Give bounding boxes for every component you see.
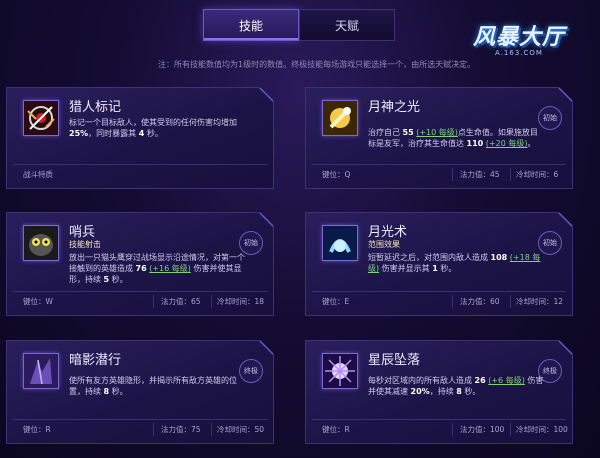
skill-subtitle: 范围效果 <box>368 240 400 249</box>
sentinel-icon <box>23 225 59 261</box>
skill-stats: 键位：Q 法力值：45 冷却时间：6 <box>312 164 566 184</box>
cooldown: 冷却时间：18 <box>217 297 265 306</box>
hunter-mark-icon <box>23 100 59 136</box>
skill-description: 标记一个目标敌人，使其受到的任何伤害均增加 25%，同时暴露其 4 秒。 <box>69 118 237 138</box>
skill-name: 哨兵 <box>69 225 96 240</box>
mana-cost: 法力值：65 <box>161 297 201 306</box>
cooldown: 冷却时间：100 <box>516 425 568 434</box>
logo-title: 风暴大厅 <box>472 25 565 50</box>
skill-stats: 键位：E 法力值：60 冷却时间：12 <box>312 291 566 311</box>
moonfire-icon <box>322 225 358 261</box>
trait-label: 战斗特质 <box>23 170 53 179</box>
cooldown: 冷却时间：12 <box>516 297 564 306</box>
skill-description: 放出一只猫头鹰穿过战场显示沿途情况，对第一个接触到的英雄造成 76 (+16 每… <box>69 253 245 284</box>
skill-card-lunar-light: 月神之光 初始 治疗自己 55 (+10 每级)点生命值。如果施放目标是友军，治… <box>305 87 573 189</box>
tab-talents[interactable]: 天赋 <box>299 9 395 41</box>
site-logo[interactable]: 风暴大厅 A.163.COM <box>466 14 572 62</box>
skill-stats: 键位：W 法力值：65 冷却时间：18 <box>13 291 267 311</box>
mana-cost: 法力值：45 <box>460 170 500 179</box>
skill-card-sentinel: 哨兵 技能射击 初始 放出一只猫头鹰穿过战场显示沿途情况，对第一个接触到的英雄造… <box>6 212 274 316</box>
skill-card-hunters-mark: 猎人标记 标记一个目标敌人，使其受到的任何伤害均增加 25%，同时暴露其 4 秒… <box>6 87 274 189</box>
notice-text: 注：所有技能数值均为1级时的数值。终极技能每场游戏只能选择一个，由所选天赋决定。 <box>158 60 476 69</box>
shadowstalk-icon <box>23 353 59 389</box>
starfall-icon <box>322 353 358 389</box>
key-binding: 键位：R <box>322 425 350 434</box>
skill-card-shadowstalk: 暗影潜行 终极 使所有友方英雄隐形，并揭示所有敌方英雄的位置，持续 8 秒。 键… <box>6 340 274 444</box>
cooldown: 冷却时间：6 <box>516 170 559 179</box>
key-binding: 键位：E <box>322 297 350 306</box>
key-binding: 键位：R <box>23 425 51 434</box>
lunar-light-icon <box>322 100 358 136</box>
skill-name: 月光术 <box>368 225 408 240</box>
skill-stats: 战斗特质 <box>13 164 267 184</box>
skill-name: 星辰坠落 <box>368 353 421 368</box>
skill-description: 使所有友方英雄隐形，并揭示所有敌方英雄的位置，持续 8 秒。 <box>69 376 237 396</box>
ultimate-badge: 终极 <box>239 359 263 383</box>
skill-description: 每秒对区域内的所有敌人造成 26 (+6 每级) 伤害并使其减速 20%，持续 … <box>368 376 544 396</box>
skill-stats: 键位：R 法力值：75 冷却时间：50 <box>13 419 267 439</box>
tab-skills[interactable]: 技能 <box>203 9 299 41</box>
skill-subtitle: 技能射击 <box>69 240 101 249</box>
logo-subtitle: A.163.COM <box>495 49 543 57</box>
skill-description: 治疗自己 55 (+10 每级)点生命值。如果施放目标是友军，治疗其生命值达 1… <box>368 128 538 148</box>
skill-name: 月神之光 <box>368 100 421 115</box>
skill-name: 猎人标记 <box>69 100 122 115</box>
mana-cost: 法力值：100 <box>460 425 505 434</box>
key-binding: 键位：Q <box>322 170 351 179</box>
key-binding: 键位：W <box>23 297 53 306</box>
cooldown: 冷却时间：50 <box>217 425 265 434</box>
skill-name: 暗影潜行 <box>69 353 122 368</box>
tab-bar: 技能 天赋 <box>203 9 395 41</box>
mana-cost: 法力值：60 <box>460 297 500 306</box>
skill-card-moonfire: 月光术 范围效果 初始 短暂延迟之后，对范围内敌人造成 108 (+18 每级)… <box>305 212 573 316</box>
mana-cost: 法力值：75 <box>161 425 201 434</box>
skill-card-starfall: 星辰坠落 终极 每秒对区域内的所有敌人造成 26 (+6 每级) 伤害并使其减速… <box>305 340 573 444</box>
skill-stats: 键位：R 法力值：100 冷却时间：100 <box>312 419 566 439</box>
skill-description: 短暂延迟之后，对范围内敌人造成 108 (+18 每级) 伤害并显示其 1 秒。 <box>368 253 541 273</box>
